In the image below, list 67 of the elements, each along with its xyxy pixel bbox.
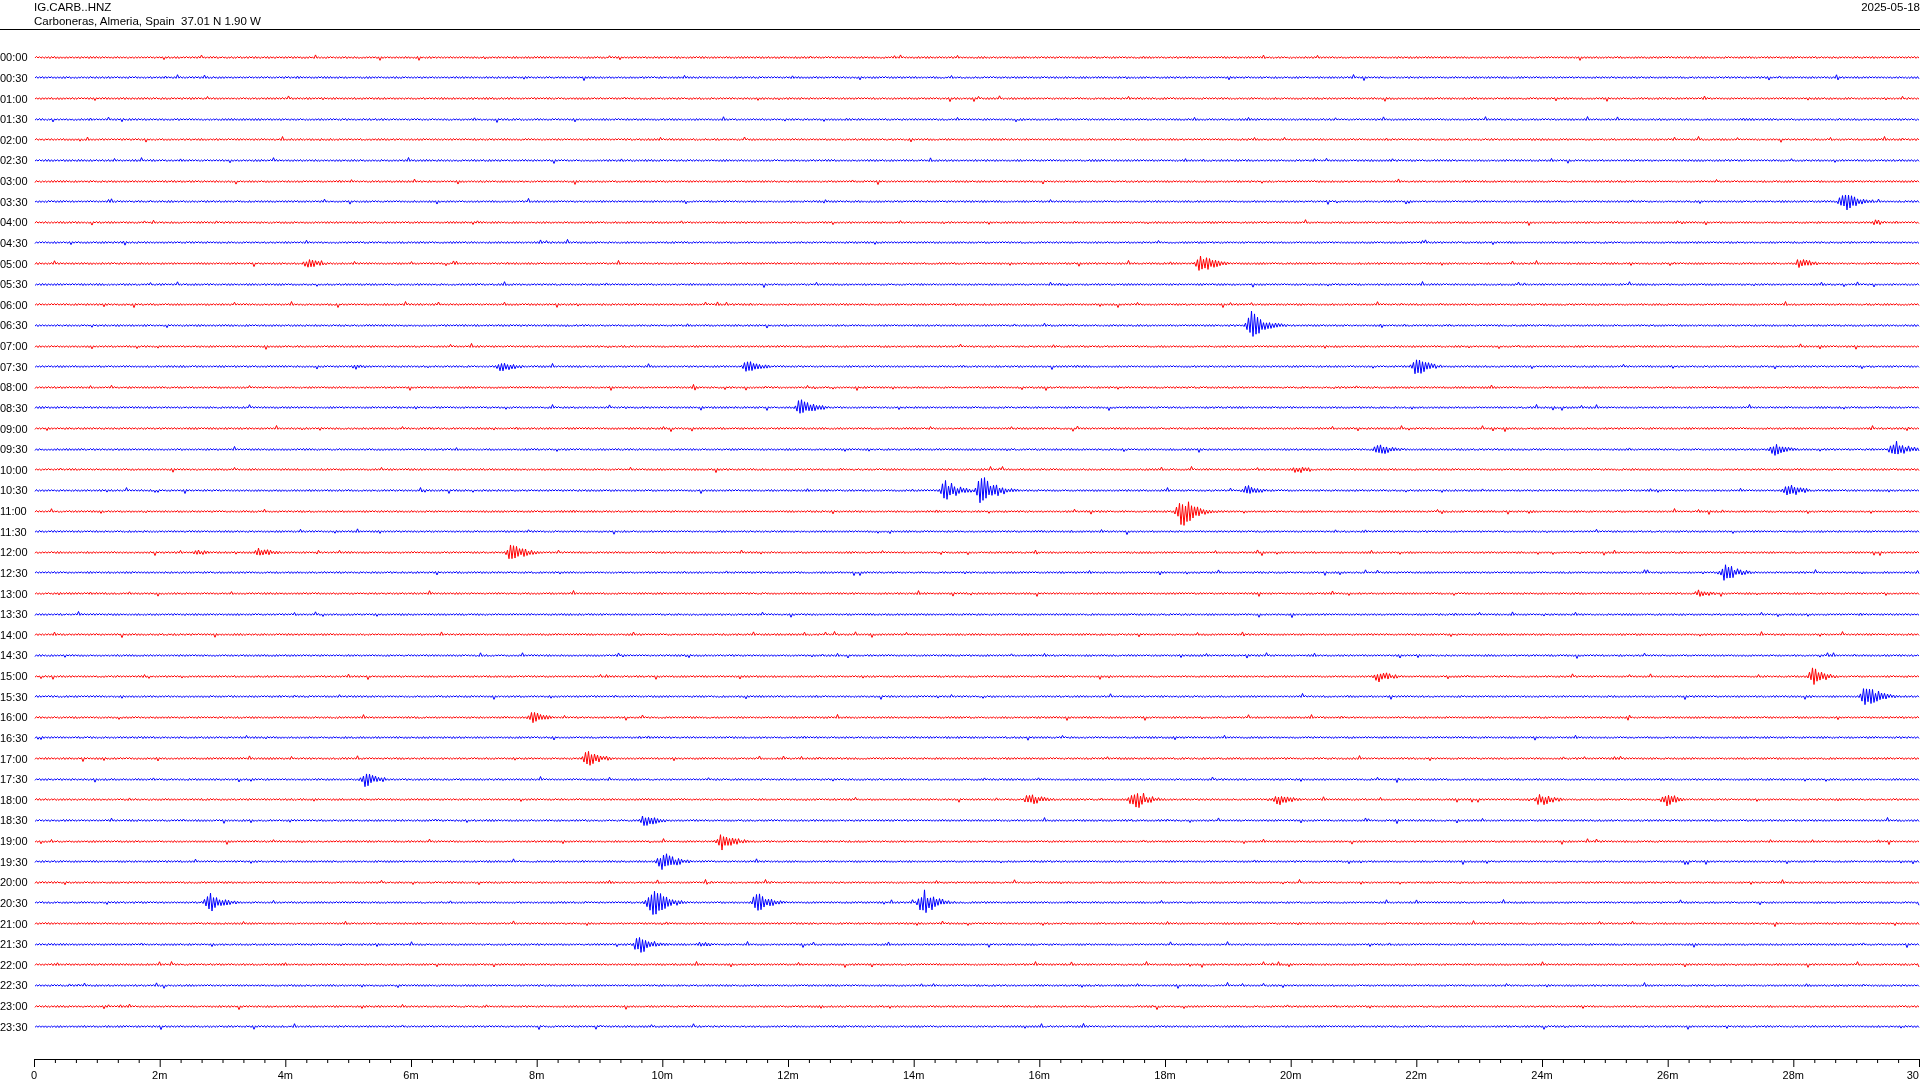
time-label: 09:30: [0, 443, 29, 456]
time-label: 02:30: [0, 154, 29, 167]
time-label: 04:30: [0, 236, 29, 249]
time-label: 10:30: [0, 484, 29, 497]
time-label: 03:00: [0, 175, 29, 188]
time-label: 06:30: [0, 319, 29, 332]
time-label: 05:00: [0, 257, 29, 270]
time-label: 16:00: [0, 711, 29, 724]
station-location: Carboneras, Almeria, Spain 37.01 N 1.90 W: [34, 14, 261, 28]
time-label: 14:00: [0, 628, 29, 641]
time-label: 09:00: [0, 422, 29, 435]
time-label: 03:30: [0, 195, 29, 208]
time-label: 22:00: [0, 958, 29, 971]
time-label: 07:00: [0, 340, 29, 353]
time-label: 15:30: [0, 690, 29, 703]
axis-label: 10m: [651, 1069, 673, 1080]
axis-label: 24m: [1531, 1069, 1553, 1080]
time-label: 00:00: [0, 51, 29, 64]
axis-label: 6m: [403, 1069, 419, 1080]
time-label: 00:30: [0, 71, 29, 84]
time-label: 01:00: [0, 92, 29, 105]
axis-label: 0: [30, 1069, 38, 1080]
time-label: 21:30: [0, 938, 29, 951]
time-label: 18:30: [0, 814, 29, 827]
time-label: 23:00: [0, 1000, 29, 1013]
time-label: 13:30: [0, 608, 29, 621]
axis-label: 20m: [1280, 1069, 1302, 1080]
time-label: 19:00: [0, 835, 29, 848]
time-label: 02:00: [0, 133, 29, 146]
time-label: 18:00: [0, 793, 29, 806]
axis-label: 8m: [529, 1069, 545, 1080]
time-label: 19:30: [0, 855, 29, 868]
time-label: 11:30: [0, 525, 28, 538]
axis-label: 12m: [777, 1069, 799, 1080]
axis-label: 16m: [1028, 1069, 1050, 1080]
time-label: 01:30: [0, 113, 29, 126]
time-label: 12:00: [0, 546, 29, 559]
date-label: 2025-05-18: [1861, 0, 1920, 14]
axis-label: 4m: [277, 1069, 293, 1080]
time-label: 08:00: [0, 381, 29, 394]
axis-label: 22m: [1405, 1069, 1427, 1080]
time-label: 20:00: [0, 876, 29, 889]
axis-label: 18m: [1154, 1069, 1176, 1080]
time-label: 13:00: [0, 587, 29, 600]
axis-label: 28m: [1782, 1069, 1804, 1080]
station-code: IG.CARB..HNZ: [34, 0, 113, 14]
time-label: 20:30: [0, 896, 29, 909]
time-label: 15:00: [0, 670, 29, 683]
time-label: 05:30: [0, 278, 29, 291]
time-label: 17:00: [0, 752, 29, 765]
time-label: 23:30: [0, 1020, 29, 1033]
time-label: 14:30: [0, 649, 29, 662]
time-label: 21:00: [0, 917, 29, 930]
time-label: 11:00: [0, 505, 28, 518]
axis-label: 30: [1906, 1069, 1919, 1080]
axis-label: 2m: [152, 1069, 168, 1080]
time-label: 17:30: [0, 773, 29, 786]
axis-label: 14m: [903, 1069, 925, 1080]
time-label: 12:30: [0, 566, 29, 579]
time-label: 07:30: [0, 360, 29, 373]
time-label: 10:00: [0, 463, 29, 476]
time-label: 08:30: [0, 401, 29, 414]
axis-label: 26m: [1657, 1069, 1679, 1080]
time-label: 22:30: [0, 979, 29, 992]
time-label: 04:00: [0, 216, 29, 229]
time-label: 06:00: [0, 298, 29, 311]
time-label: 16:30: [0, 731, 29, 744]
